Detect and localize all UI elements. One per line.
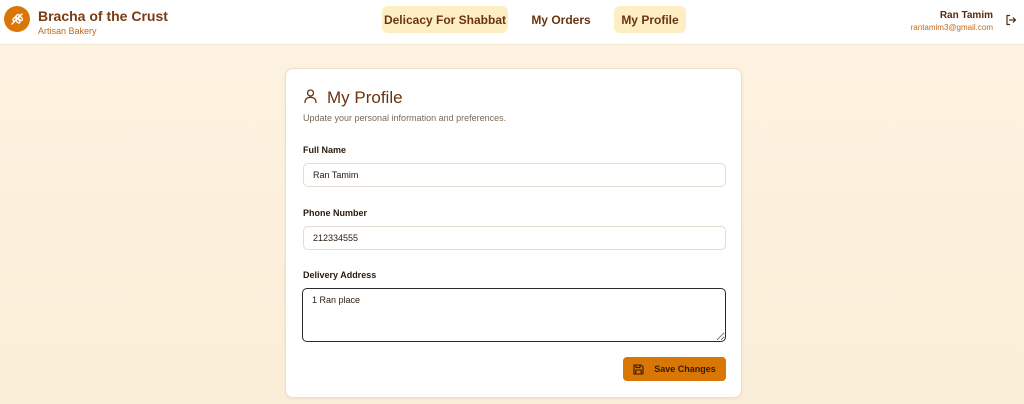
user-name: Ran Tamim [939, 10, 993, 21]
wheat-icon[interactable] [4, 6, 30, 32]
logout-icon[interactable] [1005, 13, 1017, 26]
save-icon [633, 363, 644, 375]
delivery-address-label: Delivery Address [303, 270, 377, 280]
full-name-label: Full Name [303, 145, 347, 155]
save-changes-button[interactable]: Save Changes [623, 357, 726, 381]
nav-delicacy-for-shabbat[interactable]: Delicacy For Shabbat [382, 6, 508, 33]
full-name-input[interactable] [303, 163, 726, 187]
brand-subtitle: Artisan Bakery [38, 26, 97, 36]
nav-my-profile[interactable]: My Profile [614, 6, 686, 33]
nav-my-orders[interactable]: My Orders [521, 6, 601, 33]
user-icon [303, 88, 318, 104]
top-header: Bracha of the Crust Artisan Bakery Delic… [0, 0, 1024, 45]
phone-number-label: Phone Number [303, 208, 368, 218]
save-changes-label: Save Changes [654, 364, 716, 374]
delivery-address-textarea[interactable]: 1 Ran place [302, 288, 726, 342]
brand-title: Bracha of the Crust [38, 8, 168, 24]
phone-number-input[interactable] [303, 226, 726, 250]
page-subtitle: Update your personal information and pre… [303, 113, 507, 123]
page-title: My Profile [327, 88, 403, 107]
user-email: rantamim3@gmail.com [910, 23, 993, 32]
profile-card: My Profile Update your personal informat… [285, 68, 742, 398]
